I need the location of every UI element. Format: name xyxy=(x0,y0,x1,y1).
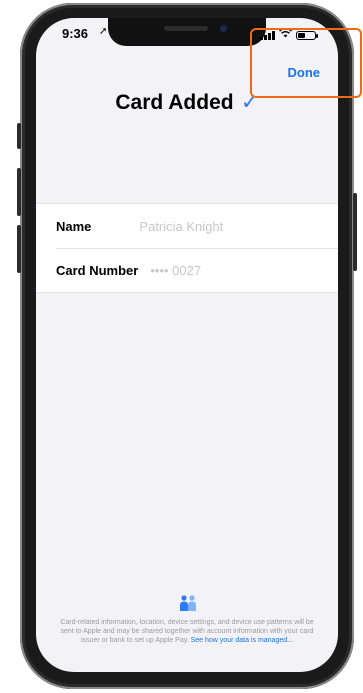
location-arrow-icon: ➚ xyxy=(99,26,108,37)
volume-down-button xyxy=(17,225,21,273)
power-button xyxy=(353,193,357,271)
notch xyxy=(108,18,266,46)
page-title: Card Added xyxy=(115,91,234,114)
status-time: 9:36 xyxy=(62,26,89,41)
card-number-value: •••• 0027 xyxy=(150,262,202,278)
name-label: Name xyxy=(56,218,92,234)
card-details: Name Patricia Knight Card Number •••• 00… xyxy=(36,203,338,293)
name-value: Patricia Knight xyxy=(139,218,224,234)
volume-up-button xyxy=(17,168,21,216)
done-highlight-box xyxy=(250,28,362,98)
privacy-link[interactable]: See how your data is managed... xyxy=(191,637,293,644)
phone-screen: 9:36 ➚ Done Card Added ✓ Name Patricia K… xyxy=(36,18,338,672)
privacy-handshake-icon xyxy=(180,595,196,611)
card-row-name: Name Patricia Knight xyxy=(36,204,338,248)
privacy-footer: Card-related information, location, devi… xyxy=(54,618,320,645)
speaker-grille xyxy=(164,26,208,31)
card-number-label: Card Number xyxy=(56,262,139,278)
action-button xyxy=(17,123,21,149)
front-camera xyxy=(220,25,227,32)
card-row-number: Card Number •••• 0027 xyxy=(36,248,338,292)
